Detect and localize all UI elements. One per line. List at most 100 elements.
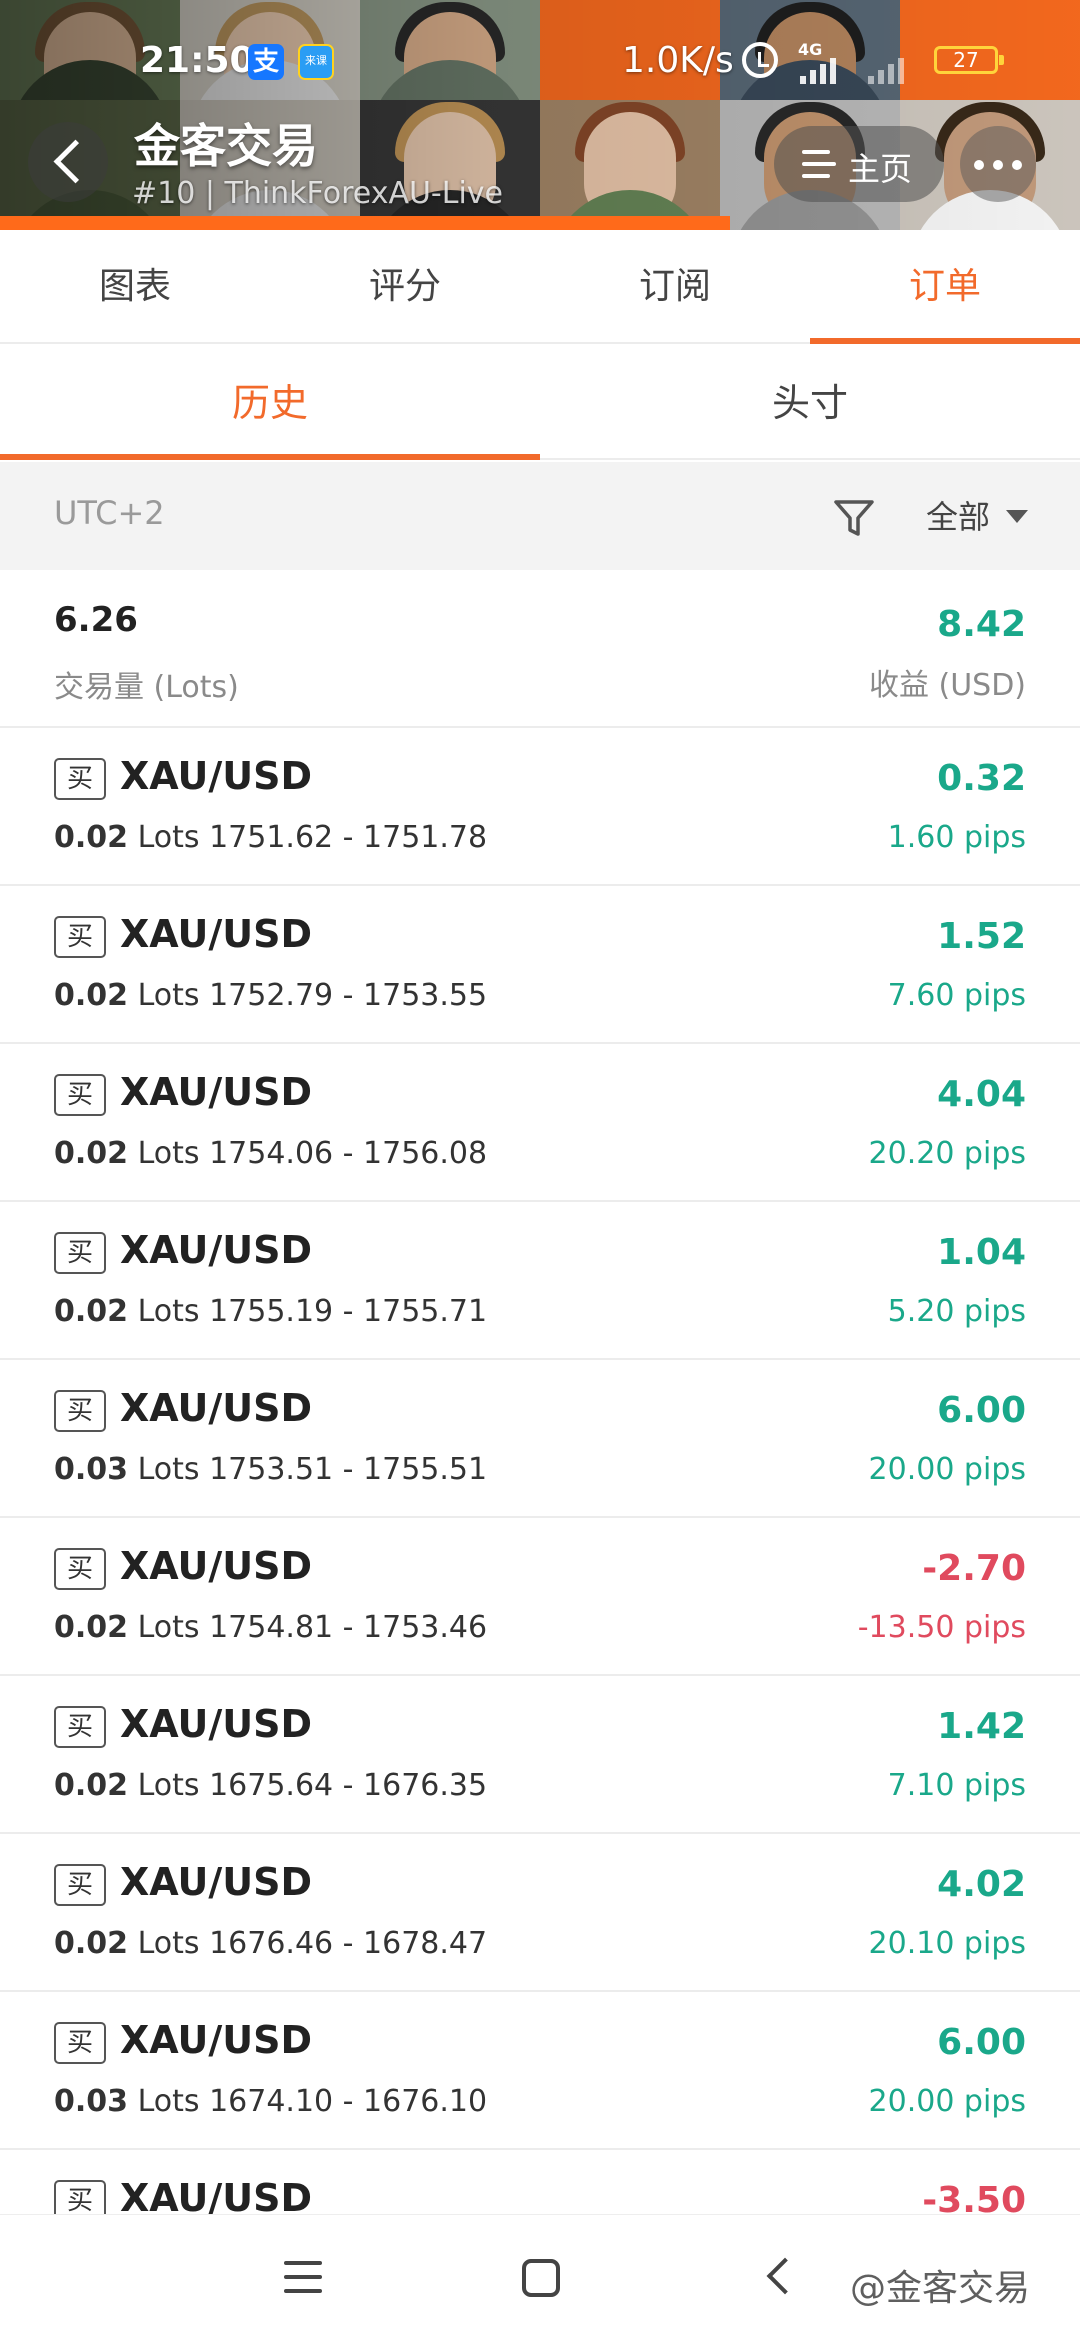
sub-tab-bar: 历史 头寸 — [0, 346, 1080, 460]
buy-badge: 买 — [54, 2180, 106, 2214]
total-lots-label: 交易量 (Lots) — [54, 670, 239, 705]
watermark-text: @金客交易 — [850, 2268, 1031, 2309]
order-row[interactable]: 买 XAU/USD 0.03 Lots 1674.10 - 1676.10 6.… — [0, 1992, 1080, 2150]
order-profit: 6.00 — [937, 1390, 1026, 1431]
profile-header: 21:50 支 来课 1.0K/s 4G 27 金客交易 #10 | Think… — [0, 0, 1080, 230]
order-price-range: 1676.46 - 1678.47 — [209, 1926, 488, 1961]
order-symbol: XAU/USD — [120, 1860, 313, 1904]
more-options-button[interactable] — [960, 126, 1036, 202]
order-profit: 4.02 — [937, 1864, 1026, 1905]
order-lots-unit: Lots — [137, 1610, 200, 1645]
order-detail: 0.02 Lots 1754.06 - 1756.08 — [54, 1136, 487, 1171]
order-row[interactable]: 买 XAU/USD 0.02 Lots 1754.81 - 1753.46 -2… — [0, 1518, 1080, 1676]
dropdown-caret-icon[interactable] — [1006, 510, 1028, 523]
scope-dropdown[interactable]: 全部 — [926, 492, 990, 538]
order-row[interactable]: 买 XAU/USD 0.02 Lots 1754.06 - 1756.08 4.… — [0, 1044, 1080, 1202]
order-price-range: 1755.19 - 1755.71 — [209, 1294, 488, 1329]
order-lots-unit: Lots — [137, 1294, 200, 1329]
tab-rating[interactable]: 评分 — [270, 230, 540, 342]
filter-bar: UTC+2 全部 — [0, 462, 1080, 570]
back-button[interactable] — [28, 122, 108, 202]
buy-badge: 买 — [54, 1548, 106, 1590]
order-row[interactable]: 买 XAU/USD 0.02 Lots 1752.79 - 1753.55 1.… — [0, 886, 1080, 1044]
order-row[interactable]: 买 XAU/USD 0.02 Lots 1676.46 - 1678.47 4.… — [0, 1834, 1080, 1992]
order-profit: 0.32 — [937, 758, 1026, 799]
home-icon[interactable] — [522, 2259, 560, 2297]
order-lots: 0.02 — [54, 1926, 129, 1961]
tab-positions[interactable]: 头寸 — [540, 346, 1080, 458]
status-time: 21:50 — [140, 40, 255, 81]
system-nav-bar: @金客交易 — [0, 2214, 1080, 2340]
order-row[interactable]: 买 XAU/USD 0.02 Lots 1675.64 - 1676.35 1.… — [0, 1676, 1080, 1834]
order-lots-unit: Lots — [137, 1926, 200, 1961]
order-lots-unit: Lots — [137, 1768, 200, 1803]
order-symbol: XAU/USD — [120, 754, 313, 798]
order-symbol: XAU/USD — [120, 912, 313, 956]
status-bar: 21:50 支 来课 1.0K/s 4G 27 — [0, 40, 1080, 90]
page-title: 金客交易 — [134, 119, 318, 173]
tab-history[interactable]: 历史 — [0, 346, 540, 460]
order-lots-unit: Lots — [137, 1452, 200, 1487]
order-history-list: 买 XAU/USD 0.02 Lots 1751.62 - 1751.78 0.… — [0, 728, 1080, 2214]
order-lots: 0.03 — [54, 2084, 129, 2119]
buy-badge: 买 — [54, 758, 106, 800]
home-button[interactable]: 主页 — [774, 126, 944, 202]
signal-secondary-icon — [868, 58, 904, 84]
order-lots-unit: Lots — [137, 978, 200, 1013]
main-tab-bar: 图表 评分 订阅 订单 — [0, 230, 1080, 344]
buy-badge: 买 — [54, 1232, 106, 1274]
alipay-icon: 支 — [248, 44, 284, 80]
order-profit: 1.04 — [937, 1232, 1026, 1273]
filter-icon[interactable] — [832, 496, 876, 540]
order-pips: 1.60 pips — [887, 820, 1026, 855]
tab-subscribe[interactable]: 订阅 — [540, 230, 810, 342]
order-detail: 0.03 Lots 1674.10 - 1676.10 — [54, 2084, 487, 2119]
order-lots-unit: Lots — [137, 2084, 200, 2119]
network-speed: 1.0K/s — [622, 40, 734, 81]
summary-panel: 6.26 交易量 (Lots) 8.42 收益 (USD) — [0, 570, 1080, 728]
order-price-range: 1753.51 - 1755.51 — [209, 1452, 488, 1487]
order-detail: 0.03 Lots 1753.51 - 1755.51 — [54, 1452, 487, 1487]
menu-lines-icon — [802, 150, 836, 178]
order-pips: 5.20 pips — [887, 1294, 1026, 1329]
order-lots: 0.02 — [54, 1294, 129, 1329]
order-detail: 0.02 Lots 1754.81 - 1753.46 — [54, 1610, 487, 1645]
order-row[interactable]: 买 XAU/USD 0.02 Lots 1755.19 - 1755.71 1.… — [0, 1202, 1080, 1360]
order-detail: 0.02 Lots 1752.79 - 1753.55 — [54, 978, 487, 1013]
alarm-icon — [742, 42, 778, 78]
buy-badge: 买 — [54, 1706, 106, 1748]
order-detail: 0.02 Lots 1755.19 - 1755.71 — [54, 1294, 487, 1329]
order-symbol: XAU/USD — [120, 2018, 313, 2062]
order-pips: 20.00 pips — [868, 2084, 1026, 2119]
buy-badge: 买 — [54, 916, 106, 958]
total-profit-label: 收益 (USD) — [868, 668, 1026, 703]
order-detail: 0.02 Lots 1751.62 - 1751.78 — [54, 820, 487, 855]
total-lots: 6.26 — [54, 600, 138, 640]
order-row[interactable]: 买 XAU/USD -3.50 — [0, 2150, 1080, 2214]
order-lots: 0.02 — [54, 1768, 129, 1803]
order-lots: 0.02 — [54, 1136, 129, 1171]
order-price-range: 1674.10 - 1676.10 — [209, 2084, 488, 2119]
tab-orders[interactable]: 订单 — [810, 230, 1080, 344]
order-symbol: XAU/USD — [120, 2176, 313, 2214]
buy-badge: 买 — [54, 1864, 106, 1906]
order-row[interactable]: 买 XAU/USD 0.02 Lots 1751.62 - 1751.78 0.… — [0, 728, 1080, 886]
order-symbol: XAU/USD — [120, 1544, 313, 1588]
order-price-range: 1754.81 - 1753.46 — [209, 1610, 488, 1645]
order-profit: 6.00 — [937, 2022, 1026, 2063]
order-lots: 0.02 — [54, 1610, 129, 1645]
order-price-range: 1675.64 - 1676.35 — [209, 1768, 488, 1803]
app-notification-icon: 来课 — [298, 44, 334, 80]
back-icon[interactable] — [766, 2257, 804, 2295]
network-type: 4G — [798, 40, 823, 59]
order-lots-unit: Lots — [137, 820, 200, 855]
order-detail: 0.02 Lots 1675.64 - 1676.35 — [54, 1768, 487, 1803]
order-pips: 20.20 pips — [868, 1136, 1026, 1171]
order-profit: 1.52 — [937, 916, 1026, 957]
recent-apps-icon[interactable] — [284, 2261, 322, 2293]
order-row[interactable]: 买 XAU/USD 0.03 Lots 1753.51 - 1755.51 6.… — [0, 1360, 1080, 1518]
order-symbol: XAU/USD — [120, 1386, 313, 1430]
order-lots: 0.02 — [54, 820, 129, 855]
order-detail: 0.02 Lots 1676.46 - 1678.47 — [54, 1926, 487, 1961]
tab-chart[interactable]: 图表 — [0, 230, 270, 342]
